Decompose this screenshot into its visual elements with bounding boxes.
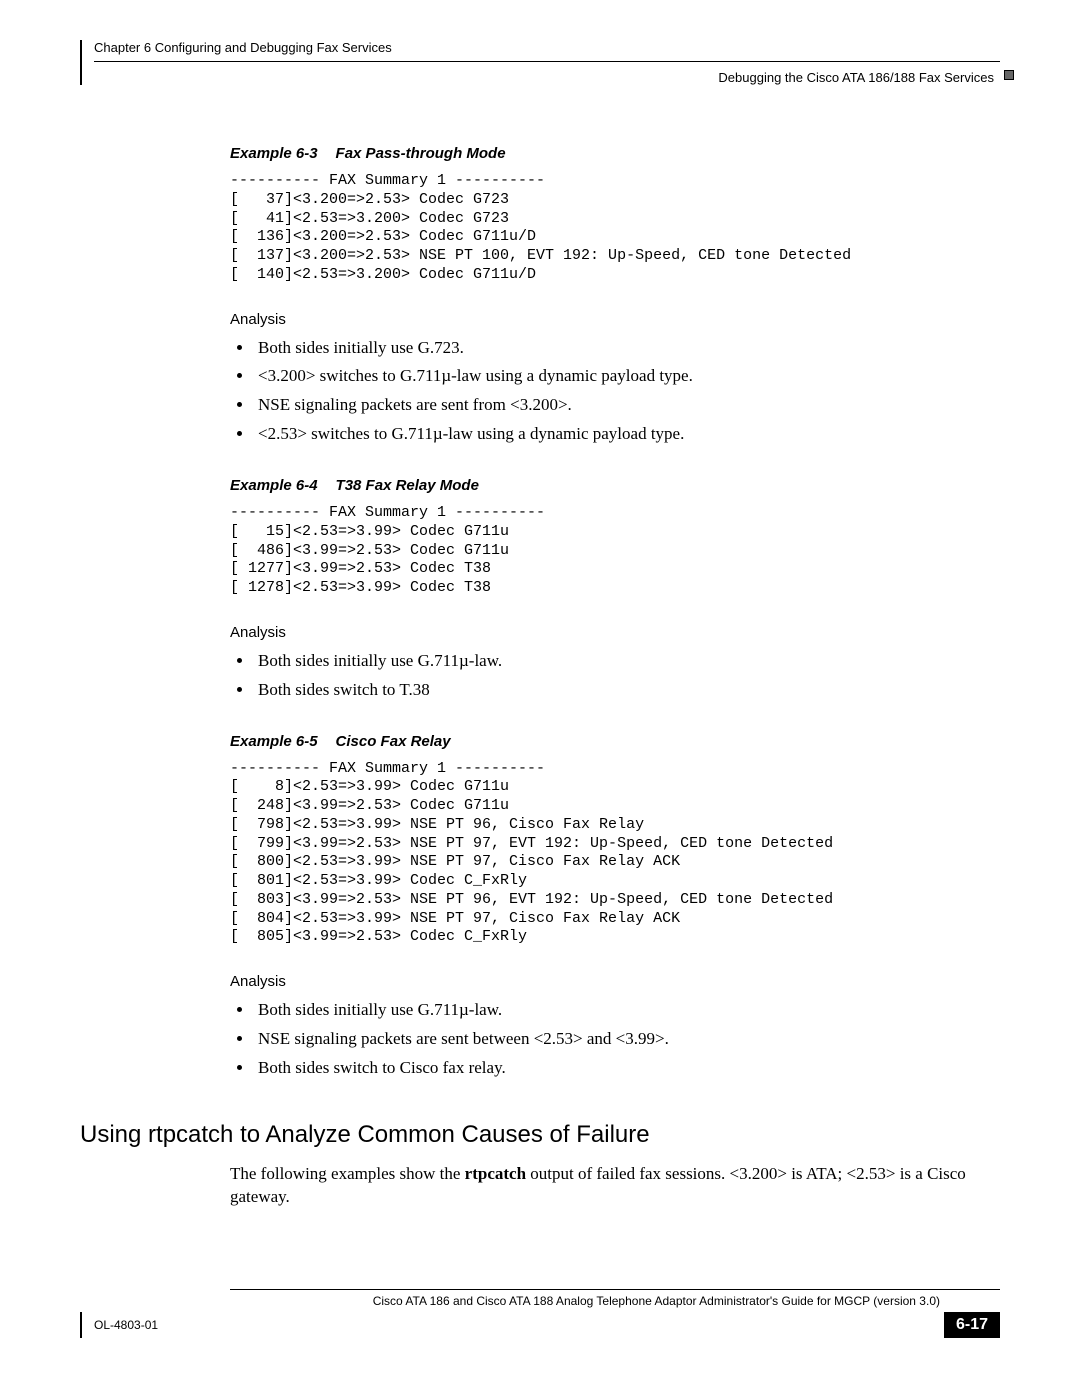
intro-before: The following examples show the	[230, 1164, 465, 1183]
example-6-4-title: Example 6-4 T38 Fax Relay Mode	[230, 477, 1000, 494]
running-header: Chapter 6 Configuring and Debugging Fax …	[80, 40, 1000, 85]
list-item: Both sides switch to Cisco fax relay.	[254, 1054, 1000, 1083]
list-item: <2.53> switches to G.711µ-law using a dy…	[254, 420, 1000, 449]
doc-id: OL-4803-01	[94, 1318, 158, 1332]
content-area: Example 6-3 Fax Pass-through Mode -------…	[230, 145, 1000, 1209]
section-heading: Using rtpcatch to Analyze Common Causes …	[80, 1121, 1000, 1149]
page-footer: Cisco ATA 186 and Cisco ATA 188 Analog T…	[80, 1289, 1000, 1338]
example-6-5-code: ---------- FAX Summary 1 ---------- [ 8]…	[230, 760, 1000, 948]
list-item: NSE signaling packets are sent from <3.2…	[254, 391, 1000, 420]
list-item: Both sides initially use G.723.	[254, 334, 1000, 363]
analysis-list-6-5: Both sides initially use G.711µ-law. NSE…	[230, 996, 1000, 1083]
section-line-wrap: Debugging the Cisco ATA 186/188 Fax Serv…	[94, 61, 1000, 85]
example-name: Fax Pass-through Mode	[336, 145, 506, 162]
chapter-line: Chapter 6 Configuring and Debugging Fax …	[94, 40, 1000, 61]
analysis-heading-6-3: Analysis	[230, 311, 1000, 328]
list-item: <3.200> switches to G.711µ-law using a d…	[254, 362, 1000, 391]
footer-bottom: OL-4803-01 6-17	[80, 1312, 1000, 1338]
list-item: Both sides switch to T.38	[254, 676, 1000, 705]
page-number: 6-17	[944, 1312, 1000, 1338]
section-line: Debugging the Cisco ATA 186/188 Fax Serv…	[718, 70, 994, 85]
analysis-heading-6-4: Analysis	[230, 624, 1000, 641]
intro-bold: rtpcatch	[465, 1164, 526, 1183]
footer-guide-title: Cisco ATA 186 and Cisco ATA 188 Analog T…	[230, 1290, 1000, 1312]
footer-rule: Cisco ATA 186 and Cisco ATA 188 Analog T…	[230, 1289, 1000, 1312]
page: Chapter 6 Configuring and Debugging Fax …	[0, 0, 1080, 1368]
list-item: Both sides initially use G.711µ-law.	[254, 647, 1000, 676]
analysis-list-6-3: Both sides initially use G.723. <3.200> …	[230, 334, 1000, 450]
list-item: NSE signaling packets are sent between <…	[254, 1025, 1000, 1054]
analysis-heading-6-5: Analysis	[230, 973, 1000, 990]
example-name: T38 Fax Relay Mode	[336, 477, 479, 494]
example-label: Example 6-3	[230, 145, 318, 162]
example-6-4-code: ---------- FAX Summary 1 ---------- [ 15…	[230, 504, 1000, 598]
example-6-5-title: Example 6-5 Cisco Fax Relay	[230, 733, 1000, 750]
example-6-3-title: Example 6-3 Fax Pass-through Mode	[230, 145, 1000, 162]
analysis-list-6-4: Both sides initially use G.711µ-law. Bot…	[230, 647, 1000, 705]
section-intro: The following examples show the rtpcatch…	[230, 1163, 1000, 1209]
example-label: Example 6-5	[230, 733, 318, 750]
example-6-3-code: ---------- FAX Summary 1 ---------- [ 37…	[230, 172, 1000, 285]
list-item: Both sides initially use G.711µ-law.	[254, 996, 1000, 1025]
example-label: Example 6-4	[230, 477, 318, 494]
example-name: Cisco Fax Relay	[336, 733, 451, 750]
